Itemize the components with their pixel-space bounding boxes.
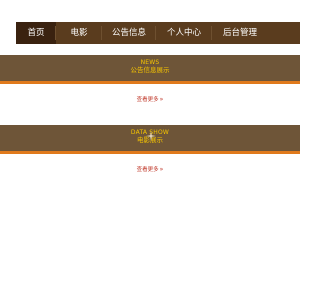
nav-item-home[interactable]: 首页 [16, 22, 56, 44]
double-chevron-right-icon: » [159, 166, 164, 173]
nav-item-announcements[interactable]: 公告信息 [102, 22, 156, 44]
data-view-more-label: 查看更多 [136, 167, 159, 173]
news-view-more-label: 查看更多 [136, 97, 159, 103]
nav-menu: 首页 电影 公告信息 个人中心 后台管理 [16, 22, 300, 44]
news-title-cn: 公告信息展示 [130, 66, 170, 74]
sparkle-icon [146, 131, 156, 141]
data-view-more-link[interactable]: 查看更多» [0, 166, 300, 174]
nav-item-movies[interactable]: 电影 [56, 22, 102, 44]
double-chevron-right-icon: » [159, 96, 164, 103]
news-view-more-link[interactable]: 查看更多» [0, 96, 300, 104]
news-title-en: NEWS [140, 59, 160, 66]
nav-item-admin[interactable]: 后台管理 [212, 22, 268, 44]
data-section-header: DATA SHOW 电影展示 [0, 125, 300, 154]
news-section-header: NEWS 公告信息展示 [0, 55, 300, 84]
nav-item-personal-center[interactable]: 个人中心 [156, 22, 212, 44]
top-navbar: 首页 电影 公告信息 个人中心 后台管理 [0, 0, 300, 44]
